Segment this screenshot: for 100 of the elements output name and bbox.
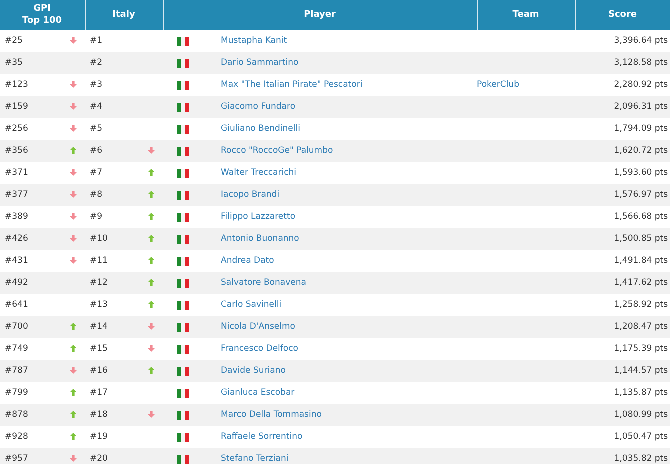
flag-icon: [177, 366, 189, 376]
player-link[interactable]: Rocco "RoccoGe" Palumbo: [221, 146, 334, 156]
rank-text: #1: [90, 36, 103, 46]
column-header: Italy: [112, 10, 136, 20]
rank-text: #5: [90, 124, 103, 134]
flag-icon: [177, 146, 189, 156]
flag-icon: [177, 168, 189, 178]
team-link[interactable]: PokerClub: [477, 80, 520, 90]
flag-icon: [177, 102, 189, 112]
player-link[interactable]: Walter Treccarichi: [221, 168, 297, 178]
flag-icon: [177, 190, 189, 200]
rank-text: #13: [90, 300, 108, 310]
flag-icon: [177, 344, 189, 354]
score-text: 1,258.92 pts: [614, 300, 668, 310]
rank-text: #159: [5, 102, 28, 112]
rank-text: #799: [5, 388, 28, 398]
player-link[interactable]: Iacopo Brandi: [221, 190, 280, 200]
flag-icon: [177, 388, 189, 398]
rank-text: #426: [5, 234, 28, 244]
score-text: 2,280.92 pts: [614, 80, 668, 90]
rank-text: #7: [90, 168, 103, 178]
rank-text: #8: [90, 190, 103, 200]
rank-text: #749: [5, 344, 28, 354]
rank-text: #25: [5, 36, 23, 46]
flag-icon: [177, 124, 189, 134]
player-link[interactable]: Stefano Terziani: [221, 454, 289, 464]
score-text: 1,794.09 pts: [614, 124, 668, 134]
score-text: 3,396.64 pts: [614, 36, 668, 46]
player-link[interactable]: Max "The Italian Pirate" Pescatori: [221, 80, 363, 90]
rank-text: #6: [90, 146, 103, 156]
player-link[interactable]: Filippo Lazzaretto: [221, 212, 296, 222]
flag-icon: [177, 234, 189, 244]
rank-text: #2: [90, 58, 103, 68]
player-link[interactable]: Gianluca Escobar: [221, 388, 295, 398]
score-text: 1,135.87 pts: [614, 388, 668, 398]
rank-text: #256: [5, 124, 28, 134]
rank-text: #35: [5, 58, 23, 68]
rank-text: #957: [5, 454, 28, 464]
score-text: 1,208.47 pts: [614, 322, 668, 332]
score-text: 1,500.85 pts: [614, 234, 668, 244]
rank-text: #431: [5, 256, 28, 266]
player-link[interactable]: Antonio Buonanno: [221, 234, 300, 244]
rank-text: #787: [5, 366, 28, 376]
score-text: 1,080.99 pts: [614, 410, 668, 420]
player-link[interactable]: Giacomo Fundaro: [221, 102, 296, 112]
player-link[interactable]: Davide Suriano: [221, 366, 286, 376]
score-text: 1,175.39 pts: [614, 344, 668, 354]
rank-text: #377: [5, 190, 28, 200]
rank-text: #17: [90, 388, 108, 398]
score-text: 1,593.60 pts: [614, 168, 668, 178]
rank-text: #641: [5, 300, 28, 310]
rank-text: #356: [5, 146, 28, 156]
flag-icon: [177, 212, 189, 222]
score-text: 1,050.47 pts: [614, 432, 668, 442]
flag-icon: [177, 58, 189, 68]
rank-text: #16: [90, 366, 108, 376]
flag-icon: [177, 278, 189, 288]
rank-text: #14: [90, 322, 108, 332]
player-link[interactable]: Marco Della Tommasino: [221, 410, 322, 420]
rank-text: #11: [90, 256, 108, 266]
player-link[interactable]: Francesco Delfoco: [221, 344, 298, 354]
column-header: Score: [608, 10, 638, 20]
score-text: 3,128.58 pts: [614, 58, 668, 68]
rank-text: #15: [90, 344, 108, 354]
rank-text: #3: [90, 80, 103, 90]
column-header: Player: [304, 10, 336, 20]
column-header: Team: [512, 10, 540, 20]
player-link[interactable]: Andrea Dato: [221, 256, 274, 266]
flag-icon: [177, 454, 189, 464]
flag-icon: [177, 410, 189, 420]
player-link[interactable]: Dario Sammartino: [221, 58, 299, 68]
flag-icon: [177, 256, 189, 266]
player-link[interactable]: Salvatore Bonavena: [221, 278, 306, 288]
rank-text: #12: [90, 278, 108, 288]
rank-text: #928: [5, 432, 28, 442]
rank-text: #18: [90, 410, 108, 420]
rank-text: #123: [5, 80, 28, 90]
flag-icon: [177, 432, 189, 442]
player-link[interactable]: Mustapha Kanit: [221, 36, 288, 46]
flag-icon: [177, 80, 189, 90]
player-link[interactable]: Carlo Savinelli: [221, 300, 282, 310]
flag-icon: [177, 322, 189, 332]
rank-text: #20: [90, 454, 108, 464]
rank-text: #492: [5, 278, 28, 288]
score-text: 1,576.97 pts: [614, 190, 668, 200]
player-link[interactable]: Raffaele Sorrentino: [221, 432, 303, 442]
score-text: 2,096.31 pts: [614, 102, 668, 112]
rank-text: #10: [90, 234, 108, 244]
rank-text: #389: [5, 212, 28, 222]
score-text: 1,035.82 pts: [614, 454, 668, 464]
score-text: 1,144.57 pts: [614, 366, 668, 376]
flag-icon: [177, 36, 189, 46]
rank-text: #700: [5, 322, 28, 332]
score-text: 1,417.62 pts: [614, 278, 668, 288]
player-link[interactable]: Nicola D'Anselmo: [221, 322, 296, 332]
rank-text: #19: [90, 432, 108, 442]
rank-text: #878: [5, 410, 28, 420]
player-link[interactable]: Giuliano Bendinelli: [221, 124, 300, 134]
rank-text: #4: [90, 102, 103, 112]
flag-icon: [177, 300, 189, 310]
